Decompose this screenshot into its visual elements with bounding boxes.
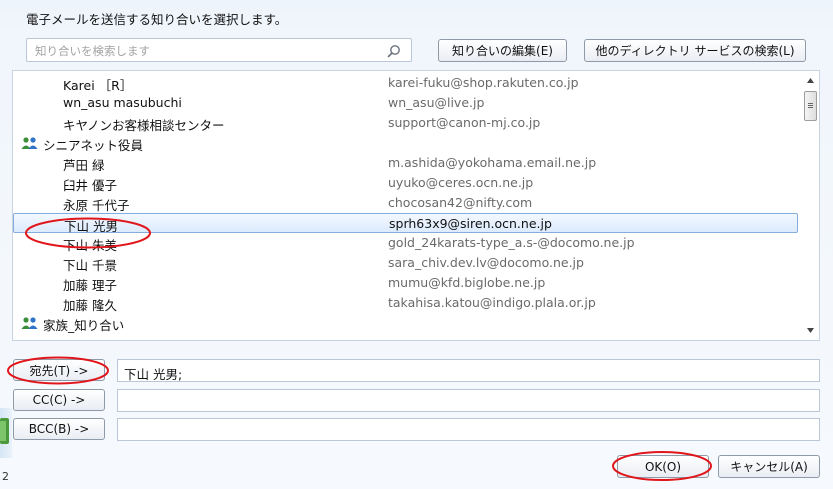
contact-name: 家族_知り合い: [43, 318, 125, 333]
app-icon: [0, 418, 9, 444]
contact-email: takahisa.katou@indigo.plala.or.jp: [388, 295, 596, 310]
contact-name: キヤノンお客様相談センター: [63, 118, 225, 133]
cc-button[interactable]: CC(C) ->: [13, 389, 105, 411]
scroll-thumb[interactable]: [804, 91, 817, 121]
contact-email: mumu@kfd.biglobe.ne.jp: [388, 275, 546, 290]
contact-name: 芦田 緑: [63, 158, 105, 173]
search-directory-button[interactable]: 他のディレクトリ サービスの検索(L): [584, 39, 806, 62]
search-field[interactable]: [26, 38, 412, 62]
contact-email: wn_asu@live.jp: [388, 95, 485, 110]
contact-name: シニアネット役員: [43, 138, 144, 153]
contact-row[interactable]: 臼井 優子 uyuko@ceres.ocn.ne.jp: [13, 173, 798, 193]
bcc-button[interactable]: BCC(B) ->: [13, 418, 105, 440]
scroll-down-arrow-icon[interactable]: [806, 326, 815, 334]
contact-name: 下山 千景: [63, 258, 117, 273]
contact-name: 加藤 隆久: [63, 298, 117, 313]
contact-row[interactable]: 永原 千代子 chocosan42@nifty.com: [13, 193, 798, 213]
scroll-up-arrow-icon[interactable]: [806, 77, 815, 85]
list-scrollbar[interactable]: [802, 71, 819, 340]
contact-email: sara_chiv.dev.lv@docomo.ne.jp: [388, 255, 584, 270]
contact-name: 臼井 優子: [63, 178, 117, 193]
contact-row[interactable]: wn_asu masubuchi wn_asu@live.jp: [13, 93, 798, 113]
group-people-icon: [21, 317, 38, 329]
contact-name: wn_asu masubuchi: [63, 95, 182, 110]
cc-field[interactable]: [117, 389, 820, 412]
contact-group-row[interactable]: 家族_知り合い: [13, 313, 798, 333]
contact-row[interactable]: 加藤 隆久 takahisa.katou@indigo.plala.or.jp: [13, 293, 798, 313]
contact-email: chocosan42@nifty.com: [388, 195, 533, 210]
contact-name: 下山 朱美: [63, 238, 117, 253]
contact-row[interactable]: キヤノンお客様相談センター support@canon-mj.co.jp: [13, 113, 798, 133]
contact-email: m.ashida@yokohama.email.ne.jp: [388, 155, 597, 170]
contact-email: support@canon-mj.co.jp: [388, 115, 541, 130]
partial-text: 2: [2, 470, 9, 483]
edit-contacts-button[interactable]: 知り合いの編集(E): [438, 39, 567, 62]
search-input[interactable]: [35, 42, 375, 59]
group-people-icon: [21, 137, 38, 149]
contact-row[interactable]: 下山 光男 sprh63x9@siren.ocn.ne.jp: [13, 213, 798, 234]
to-button[interactable]: 宛先(T) ->: [13, 359, 105, 381]
contact-email: karei-fuku@shop.rakuten.co.jp: [388, 75, 579, 90]
cancel-button[interactable]: キャンセル(A): [718, 455, 820, 478]
grip-icon: [808, 103, 813, 108]
contact-row[interactable]: 芦田 緑 m.ashida@yokohama.email.ne.jp: [13, 153, 798, 173]
contact-row[interactable]: Karei ［R］ karei-fuku@shop.rakuten.co.jp: [13, 73, 798, 93]
to-field[interactable]: 下山 光男;: [117, 359, 820, 382]
contact-row[interactable]: 加藤 理子 mumu@kfd.biglobe.ne.jp: [13, 273, 798, 293]
contact-row[interactable]: 下山 千景 sara_chiv.dev.lv@docomo.ne.jp: [13, 253, 798, 273]
ok-button[interactable]: OK(O): [617, 455, 709, 478]
contact-group-row[interactable]: シニアネット役員: [13, 133, 798, 153]
contact-row[interactable]: 下山 朱美 gold_24karats-type_a.s-@docomo.ne.j…: [13, 233, 798, 253]
bcc-field[interactable]: [117, 418, 820, 441]
contact-email: gold_24karats-type_a.s-@docomo.ne.jp: [388, 235, 635, 250]
contact-name: 永原 千代子: [63, 198, 130, 213]
contact-name: 加藤 理子: [63, 278, 117, 293]
contact-email: sprh63x9@siren.ocn.ne.jp: [389, 216, 552, 231]
dialog-title: 電子メールを送信する知り合いを選択します。: [26, 12, 288, 27]
contact-list[interactable]: Karei ［R］ karei-fuku@shop.rakuten.co.jp wn…: [12, 70, 820, 341]
to-field-value: 下山 光男;: [124, 367, 183, 382]
contact-email: uyuko@ceres.ocn.ne.jp: [388, 175, 534, 190]
select-contacts-dialog: 電子メールを送信する知り合いを選択します。 知り合いの編集(E) 他のディレクト…: [0, 0, 833, 489]
search-icon[interactable]: [387, 44, 401, 58]
contact-name: Karei ［R］: [63, 78, 133, 93]
